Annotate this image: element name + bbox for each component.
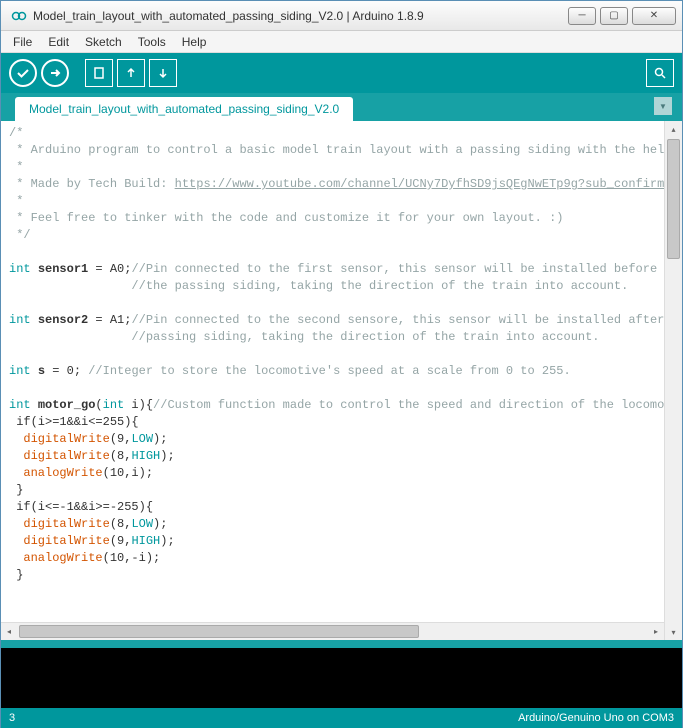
sketch-tab[interactable]: Model_train_layout_with_automated_passin… (15, 97, 353, 121)
tab-menu-button[interactable]: ▼ (654, 97, 672, 115)
console-output[interactable] (1, 648, 682, 708)
upload-button[interactable] (41, 59, 69, 87)
menu-file[interactable]: File (5, 33, 40, 51)
menu-sketch[interactable]: Sketch (77, 33, 130, 51)
menu-edit[interactable]: Edit (40, 33, 77, 51)
menu-tools[interactable]: Tools (130, 33, 174, 51)
hscroll-thumb[interactable] (19, 625, 419, 638)
status-line-number: 3 (9, 712, 518, 724)
verify-button[interactable] (9, 59, 37, 87)
scroll-left-arrow[interactable]: ◂ (1, 623, 17, 640)
tabbar: Model_train_layout_with_automated_passin… (1, 93, 682, 121)
maximize-button[interactable]: ▢ (600, 7, 628, 25)
minimize-button[interactable]: ─ (568, 7, 596, 25)
titlebar[interactable]: Model_train_layout_with_automated_passin… (1, 1, 682, 31)
vscroll-thumb[interactable] (667, 139, 680, 259)
console-divider[interactable] (1, 640, 682, 648)
app-window: Model_train_layout_with_automated_passin… (0, 0, 683, 728)
scroll-up-arrow[interactable]: ▴ (665, 121, 682, 137)
horizontal-scrollbar[interactable]: ◂ ▸ (1, 622, 664, 640)
new-button[interactable] (85, 59, 113, 87)
vertical-scrollbar[interactable]: ▴ ▾ (664, 121, 682, 640)
save-button[interactable] (149, 59, 177, 87)
menu-help[interactable]: Help (174, 33, 215, 51)
statusbar: 3 Arduino/Genuino Uno on COM3 (1, 708, 682, 728)
window-title: Model_train_layout_with_automated_passin… (33, 9, 568, 23)
scroll-down-arrow[interactable]: ▾ (665, 624, 682, 640)
code-editor[interactable]: /* * Arduino program to control a basic … (1, 121, 664, 622)
toolbar (1, 53, 682, 93)
close-button[interactable]: ✕ (632, 7, 676, 25)
window-controls: ─ ▢ ✕ (568, 7, 676, 25)
scroll-right-arrow[interactable]: ▸ (648, 623, 664, 640)
editor-area: /* * Arduino program to control a basic … (1, 121, 682, 640)
status-board-port: Arduino/Genuino Uno on COM3 (518, 712, 674, 724)
arduino-icon (11, 8, 27, 24)
menubar: File Edit Sketch Tools Help (1, 31, 682, 53)
serial-monitor-button[interactable] (646, 59, 674, 87)
open-button[interactable] (117, 59, 145, 87)
